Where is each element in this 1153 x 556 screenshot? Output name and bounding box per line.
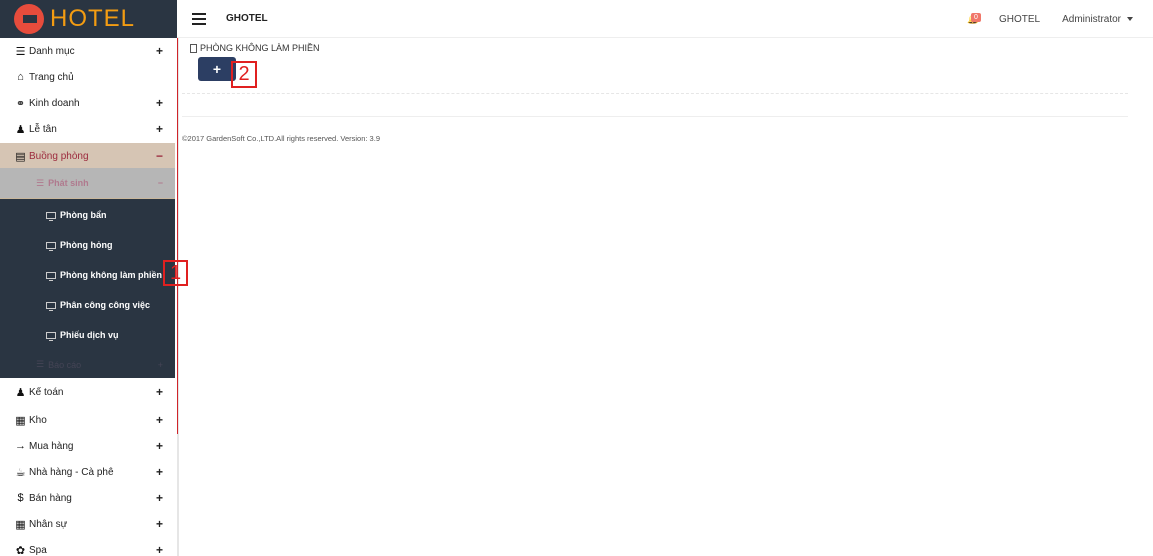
- monitor-icon: [46, 241, 56, 251]
- expand-icon: +: [155, 491, 163, 505]
- submenu-item-label: Phòng hỏng: [60, 240, 113, 250]
- collapse-icon: −: [155, 149, 163, 163]
- brand-name: GHOTEL: [226, 13, 268, 24]
- bell-icon[interactable]: 0: [967, 12, 981, 26]
- sidebar-item-kho[interactable]: ▦ Kho +: [0, 407, 175, 433]
- footer-copyright: ©2017 GardenSoft Co.,LTD.All rights rese…: [182, 134, 380, 143]
- sidebar-item-spa[interactable]: ✿ Spa +: [0, 537, 175, 556]
- sidebar-item-mua-hang[interactable]: → Mua hàng +: [0, 433, 175, 459]
- annotation-marker-1: 1: [163, 260, 188, 286]
- sidebar-item-label: Nhà hàng - Cà phê: [29, 466, 114, 478]
- expand-icon: +: [155, 439, 163, 453]
- submenu-item-phieu-dich-vu[interactable]: Phiếu dịch vụ: [0, 320, 175, 350]
- sidebar-item-le-tan[interactable]: ♟ Lễ tân +: [0, 116, 175, 142]
- notification-badge: 0: [970, 13, 981, 22]
- table-icon: ▦: [15, 518, 26, 531]
- sidebar-item-danh-muc[interactable]: ☰ Danh mục +: [0, 38, 175, 64]
- sidebar-item-label: Buồng phòng: [29, 150, 89, 162]
- submenu-item-label: Phân công công việc: [60, 300, 151, 310]
- submenu-bao-cao[interactable]: ☰ Báo cáo +: [0, 351, 175, 378]
- expand-icon: +: [155, 385, 163, 399]
- top-bar: GHOTEL 0 GHOTEL Administrator: [177, 0, 1153, 38]
- expand-icon: +: [155, 96, 163, 110]
- hamburger-menu-icon[interactable]: [192, 12, 206, 25]
- top-right-area: 0 GHOTEL Administrator: [967, 0, 1133, 38]
- list-icon: ☰: [36, 177, 45, 188]
- submenu-panel: Phòng bẩn Phòng hỏng Phòng không làm phi…: [0, 198, 175, 378]
- divider: [182, 116, 1128, 117]
- sidebar-item-trang-chu[interactable]: ⌂ Trang chủ: [0, 64, 175, 90]
- site-name[interactable]: GHOTEL: [999, 14, 1040, 25]
- expand-icon: +: [157, 359, 163, 370]
- handshake-icon: ⚭: [15, 97, 26, 110]
- dollar-icon: $: [17, 492, 24, 504]
- logo[interactable]: HOTEL: [0, 0, 177, 38]
- sidebar-item-ke-toan[interactable]: ♟ Kế toán +: [0, 379, 175, 405]
- user-name: Administrator: [1062, 13, 1121, 25]
- sidebar-item-kinh-doanh[interactable]: ⚭ Kinh doanh +: [0, 90, 175, 116]
- home-icon: ⌂: [17, 71, 24, 83]
- submenu-label: Báo cáo: [48, 359, 82, 370]
- expand-icon: +: [155, 413, 163, 427]
- breadcrumb: PHÒNG KHÔNG LÀM PHIỀN: [190, 43, 320, 53]
- coffee-icon: ☕: [15, 466, 26, 479]
- sidebar-item-label: Spa: [29, 544, 47, 556]
- sidebar-item-label: Bán hàng: [29, 492, 72, 504]
- expand-icon: +: [155, 122, 163, 136]
- leaf-icon: ✿: [15, 544, 26, 556]
- logo-text: HOTEL: [50, 5, 136, 32]
- sidebar-item-label: Trang chủ: [29, 71, 74, 83]
- book-icon: ▤: [15, 150, 26, 163]
- sidebar-item-label: Kế toán: [29, 386, 64, 398]
- submenu-item-label: Phiếu dịch vụ: [60, 330, 119, 340]
- monitor-icon: [46, 331, 56, 341]
- receptionist-icon: ♟: [15, 123, 26, 136]
- sidebar-item-nha-hang-ca-phe[interactable]: ☕ Nhà hàng - Cà phê +: [0, 459, 175, 485]
- expand-icon: +: [155, 465, 163, 479]
- sidebar-item-nhan-su[interactable]: ▦ Nhân sự +: [0, 511, 175, 537]
- sidebar-item-label: Danh mục: [29, 45, 75, 57]
- sidebar-item-label: Mua hàng: [29, 440, 74, 452]
- cart-icon: →: [15, 440, 26, 452]
- page-title: PHÒNG KHÔNG LÀM PHIỀN: [200, 43, 320, 53]
- annotation-marker-2: 2: [231, 61, 257, 88]
- submenu-item-label: Phòng không làm phiền: [60, 270, 162, 280]
- caret-down-icon: [1127, 17, 1133, 21]
- list-icon: ☰: [15, 45, 26, 58]
- expand-icon: +: [155, 517, 163, 531]
- logo-mark-icon: [14, 4, 44, 34]
- sidebar-item-ban-hang[interactable]: $ Bán hàng +: [0, 485, 175, 511]
- monitor-icon: [46, 211, 56, 221]
- grid-icon: ▦: [15, 414, 26, 427]
- app-root: HOTEL GHOTEL 0 GHOTEL Administrator ☰ Da…: [0, 0, 1153, 556]
- expand-icon: +: [155, 543, 163, 556]
- submenu-item-phong-hong[interactable]: Phòng hỏng: [0, 230, 175, 260]
- expand-icon: +: [155, 44, 163, 58]
- bookmark-icon: [190, 43, 197, 53]
- user-menu[interactable]: Administrator: [1062, 14, 1133, 25]
- collapse-icon: −: [157, 178, 163, 188]
- list-icon: ☰: [36, 359, 45, 369]
- submenu-phat-sinh[interactable]: ☰ Phát sinh −: [0, 168, 175, 198]
- submenu-item-phong-khong-lam-phien[interactable]: Phòng không làm phiền: [0, 260, 175, 290]
- sidebar-item-label: Lễ tân: [29, 123, 57, 135]
- sidebar-item-buong-phong[interactable]: ▤ Buồng phòng −: [0, 143, 175, 169]
- divider: [182, 93, 1128, 94]
- monitor-icon: [46, 301, 56, 311]
- submenu-item-label: Phòng bẩn: [60, 210, 107, 220]
- sidebar-item-label: Kho: [29, 414, 47, 426]
- sidebar-item-label: Nhân sự: [29, 518, 68, 530]
- sidebar-item-label: Kinh doanh: [29, 97, 80, 109]
- monitor-icon: [46, 271, 56, 281]
- submenu-label: Phát sinh: [48, 178, 89, 188]
- submenu-item-phong-ban[interactable]: Phòng bẩn: [0, 200, 175, 230]
- sidebar: ☰ Danh mục + ⌂ Trang chủ ⚭ Kinh doanh + …: [0, 38, 177, 556]
- submenu-item-phan-cong-cong-viec[interactable]: Phân công công việc: [0, 290, 175, 320]
- accountant-icon: ♟: [15, 386, 26, 399]
